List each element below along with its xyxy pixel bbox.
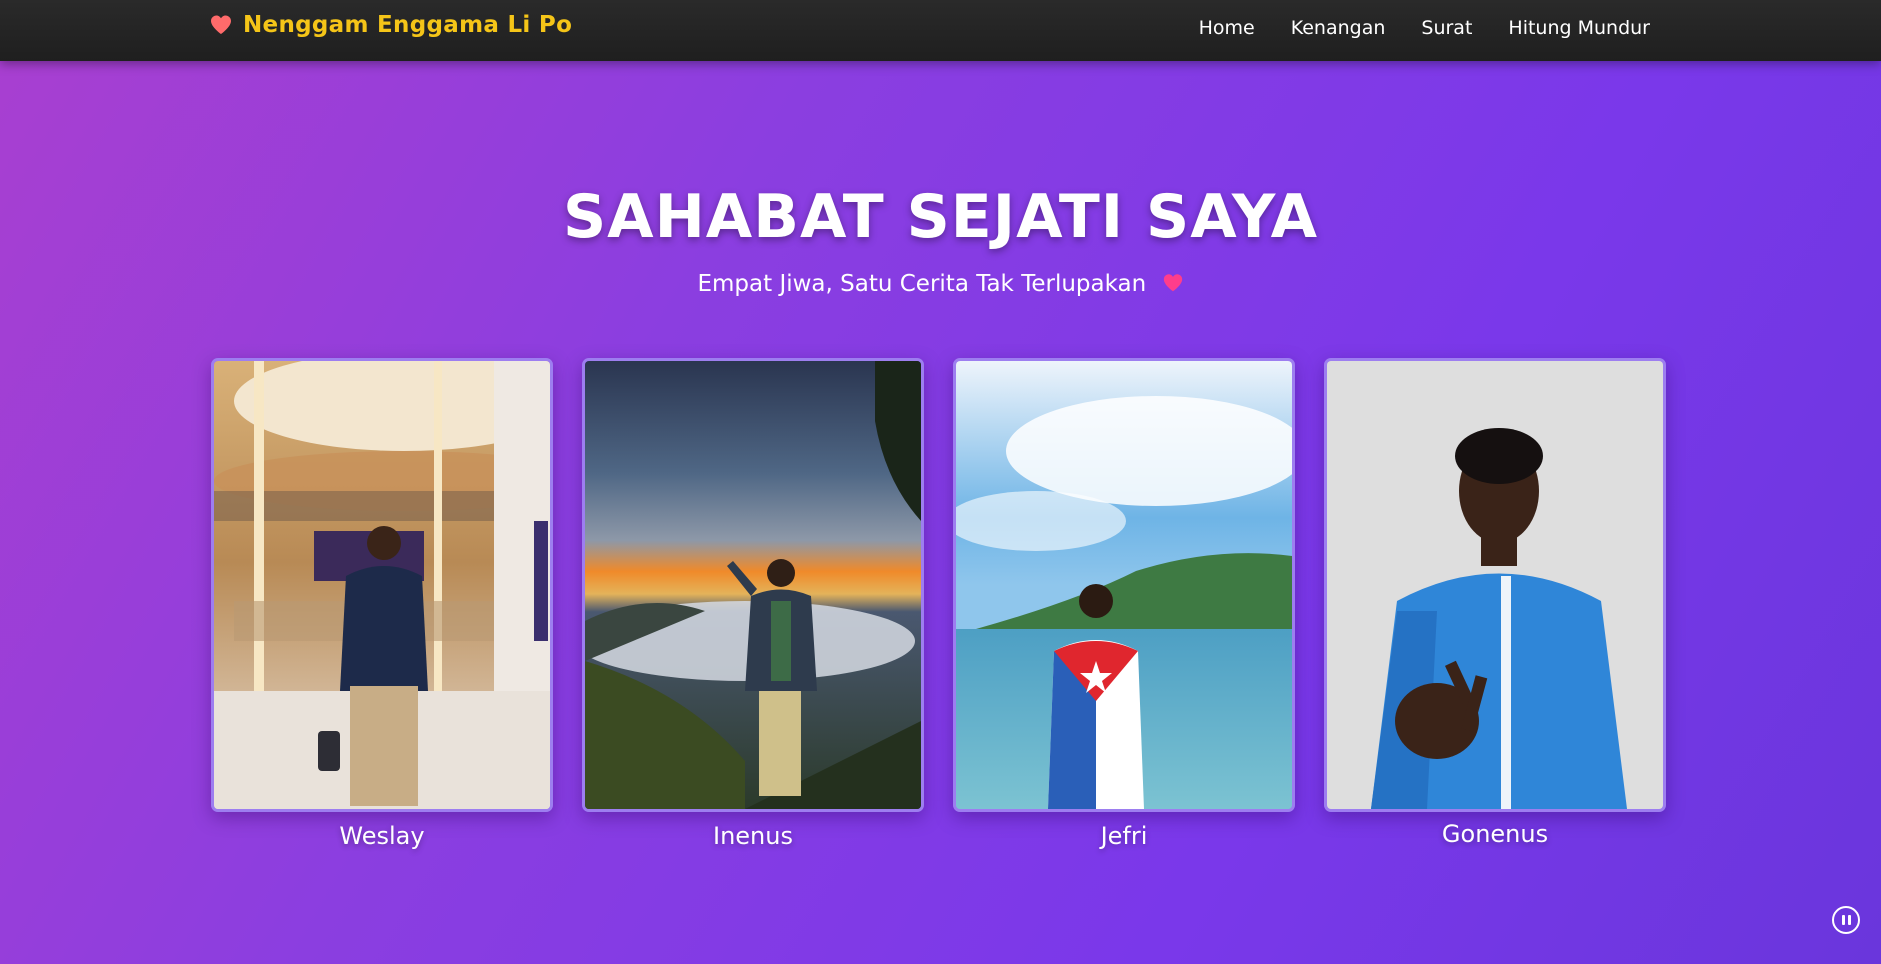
friend-name-weslay: Weslay	[339, 822, 425, 850]
photo-mall-portrait	[214, 361, 550, 809]
page-subtitle: Empat Jiwa, Satu Cerita Tak Terlupakan	[0, 271, 1881, 297]
friends-gallery: Weslay Inenus Jefri Gonenus	[211, 358, 1666, 858]
nav-link-surat[interactable]: Surat	[1421, 17, 1472, 39]
friend-card-gonenus[interactable]	[1324, 358, 1666, 812]
music-pause-button[interactable]	[1832, 906, 1860, 934]
page-title: SAHABAT SEJATI SAYA	[562, 182, 1319, 252]
nav-link-kenangan[interactable]: Kenangan	[1291, 17, 1386, 39]
friend-card-inenus[interactable]	[582, 358, 924, 812]
pink-heart-icon	[1163, 274, 1182, 292]
friend-card-weslay[interactable]	[211, 358, 553, 812]
friend-name-jefri: Jefri	[1100, 822, 1148, 850]
pause-icon-bar	[1847, 915, 1851, 925]
photo-lake-portrait	[956, 361, 1292, 809]
brand-title: Nenggam Enggama Li Po	[243, 12, 573, 38]
subtitle-text: Empat Jiwa, Satu Cerita Tak Terlupakan	[697, 271, 1147, 297]
friend-name-inenus: Inenus	[713, 822, 793, 850]
nav-links: Home Kenangan Surat Hitung Mundur	[1199, 0, 1650, 56]
photo-blue-shirt-portrait	[1327, 361, 1663, 809]
brand[interactable]: Nenggam Enggama Li Po	[209, 12, 572, 38]
friend-card-jefri[interactable]	[953, 358, 1295, 812]
nav-link-home[interactable]: Home	[1199, 17, 1255, 39]
pause-icon	[1841, 915, 1845, 925]
friend-name-gonenus: Gonenus	[1441, 820, 1549, 848]
nav-link-hitung-mundur[interactable]: Hitung Mundur	[1508, 17, 1650, 39]
heart-icon	[211, 15, 231, 34]
photo-sunset-mountain-portrait	[585, 361, 921, 809]
top-navbar: Nenggam Enggama Li Po Home Kenangan Sura…	[0, 0, 1881, 61]
